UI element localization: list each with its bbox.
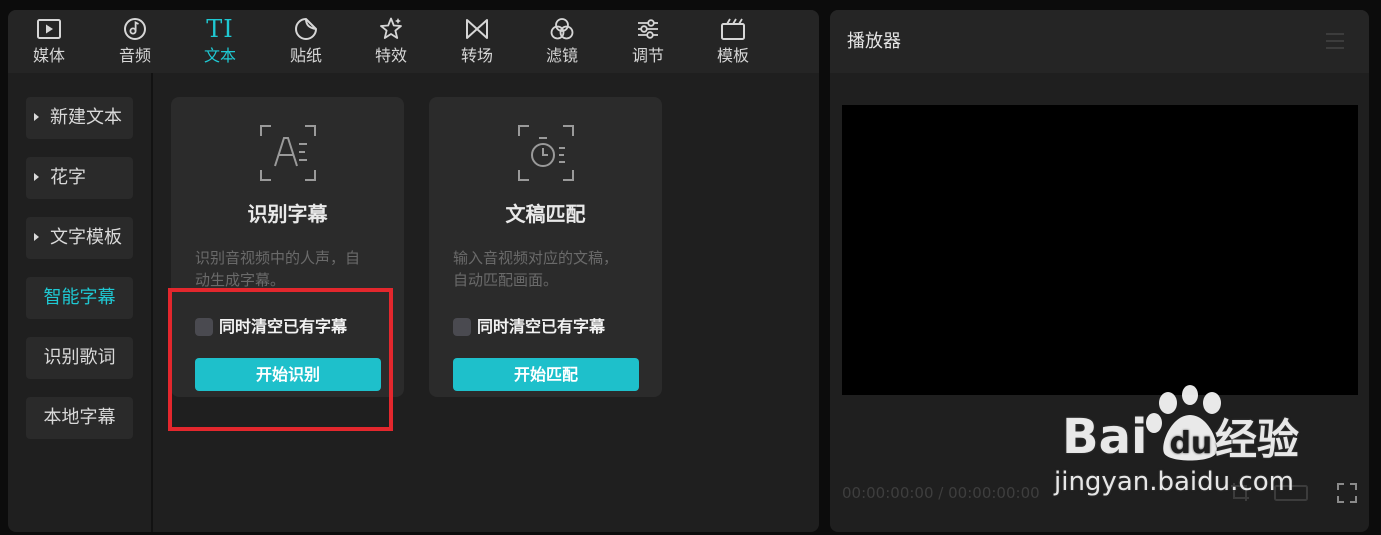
script-match-card: 文稿匹配 输入音视频对应的文稿， 自动匹配画面。 同时清空已有字幕 开始匹配 <box>429 97 662 397</box>
sidebar-item-label: 识别歌词 <box>43 347 116 368</box>
card-description: 输入音视频对应的文稿， 自动匹配画面。 <box>453 247 640 291</box>
tab-sticker-label: 贴纸 <box>289 46 322 65</box>
filter-icon <box>548 16 576 42</box>
sidebar-item-lyrics[interactable]: 识别歌词 <box>26 337 133 379</box>
top-toolbar: 媒体 音频 TI 文本 贴纸 特效 转场 滤镜 调节 模板 <box>8 10 819 73</box>
time-separator: / <box>938 484 944 502</box>
tab-template-label: 模板 <box>716 46 749 65</box>
tab-audio[interactable]: 音频 <box>99 10 171 73</box>
card-description-line: 识别音视频中的人声，自 <box>195 249 361 267</box>
tab-filter[interactable]: 滤镜 <box>526 10 598 73</box>
card-description-line: 自动匹配画面。 <box>453 271 559 289</box>
caret-right-icon <box>34 113 39 121</box>
caret-right-icon <box>34 233 39 241</box>
tab-transition-label: 转场 <box>460 46 493 65</box>
checkbox-box[interactable] <box>453 318 471 336</box>
total-time: 00:00:00:00 <box>948 484 1040 502</box>
menu-icon[interactable] <box>1324 31 1346 51</box>
sidebar-item-label: 文字模板 <box>50 227 122 248</box>
caret-right-icon <box>34 173 39 181</box>
player-header: 播放器 <box>830 10 1369 73</box>
start-matching-button[interactable]: 开始匹配 <box>453 358 639 391</box>
watermark-brand-cn: 经验 <box>1215 415 1300 464</box>
tab-text-label: 文本 <box>203 46 236 65</box>
checkbox-label: 同时清空已有字幕 <box>477 317 606 336</box>
timecode: 00:00:00:00 / 00:00:00:00 <box>842 484 1040 502</box>
tab-template[interactable]: 模板 <box>697 10 769 73</box>
materials-panel: 媒体 音频 TI 文本 贴纸 特效 转场 滤镜 调节 模板 新建文本 花字 文字… <box>8 10 819 532</box>
tab-media[interactable]: 媒体 <box>13 10 85 73</box>
watermark-brand: Bai du <box>1062 409 1213 465</box>
recognize-subtitle-icon <box>259 124 317 182</box>
tab-effects-label: 特效 <box>374 46 407 65</box>
tab-adjust-label: 调节 <box>631 46 664 65</box>
text-icon: TI <box>206 15 234 43</box>
sidebar-item-smart-subtitle[interactable]: 智能字幕 <box>26 277 133 319</box>
current-time: 00:00:00:00 <box>842 484 934 502</box>
sidebar-item-text-template[interactable]: 文字模板 <box>26 217 133 259</box>
baidu-jingyan-watermark: Bai du 经验 jingyan.baidu.com <box>1040 385 1340 505</box>
adjust-icon <box>634 16 662 42</box>
sidebar-item-fancy-text[interactable]: 花字 <box>26 157 133 199</box>
audio-icon <box>121 16 149 42</box>
sidebar-item-label: 花字 <box>50 167 86 188</box>
watermark-url: jingyan.baidu.com <box>1054 467 1294 497</box>
player-title: 播放器 <box>847 31 901 52</box>
sidebar-item-label: 本地字幕 <box>43 407 116 428</box>
card-description: 识别音视频中的人声，自 动生成字幕。 <box>195 247 382 291</box>
tab-adjust[interactable]: 调节 <box>612 10 684 73</box>
sidebar-item-label: 新建文本 <box>50 107 122 128</box>
annotation-highlight-box <box>168 288 393 431</box>
tab-audio-label: 音频 <box>118 46 151 65</box>
video-preview[interactable] <box>842 105 1358 395</box>
sidebar-item-new-text[interactable]: 新建文本 <box>26 97 133 139</box>
app-window: 媒体 音频 TI 文本 贴纸 特效 转场 滤镜 调节 模板 新建文本 花字 文字… <box>0 0 1381 535</box>
tab-filter-label: 滤镜 <box>545 46 578 65</box>
tab-transition[interactable]: 转场 <box>441 10 513 73</box>
sidebar-item-local-subtitle[interactable]: 本地字幕 <box>26 397 133 439</box>
tab-effects[interactable]: 特效 <box>355 10 427 73</box>
card-description-line: 输入音视频对应的文稿， <box>453 249 619 267</box>
card-title: 文稿匹配 <box>505 202 586 226</box>
sticker-icon <box>292 16 320 42</box>
script-match-icon <box>517 124 575 182</box>
sidebar-divider <box>151 73 153 532</box>
tab-text[interactable]: TI 文本 <box>184 10 256 73</box>
template-icon <box>719 16 747 42</box>
tab-media-label: 媒体 <box>32 46 65 65</box>
media-icon <box>35 16 63 42</box>
card-title: 识别字幕 <box>247 202 328 226</box>
transition-icon <box>463 16 491 42</box>
tab-sticker[interactable]: 贴纸 <box>270 10 342 73</box>
sidebar-item-label: 智能字幕 <box>43 287 116 308</box>
effects-icon <box>377 16 405 42</box>
